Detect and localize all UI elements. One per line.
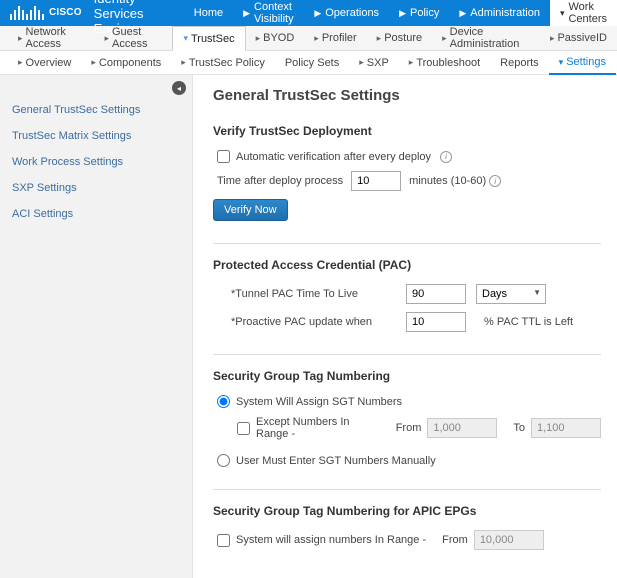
- caret-right-icon: ▸: [181, 57, 186, 68]
- cisco-logo-icon: [10, 6, 44, 20]
- tab-trustsec-policy[interactable]: ▸TrustSec Policy: [171, 51, 275, 75]
- tab-components[interactable]: ▸Components: [81, 51, 171, 75]
- minutes-label: minutes (10-60): [409, 175, 486, 187]
- sgt-except-label: Except Numbers In Range -: [256, 416, 380, 440]
- sgt-system-label: System Will Assign SGT Numbers: [236, 396, 402, 408]
- sidebar-item-sxp-settings[interactable]: SXP Settings: [0, 175, 192, 201]
- subnav-trustsec[interactable]: ▾TrustSec: [172, 26, 245, 51]
- subnav-work-centers: ▸Network Access ▸Guest Access ▾TrustSec …: [0, 26, 617, 51]
- subnav-guest-access[interactable]: ▸Guest Access: [94, 26, 172, 51]
- caret-right-icon: ▸: [18, 33, 23, 44]
- caret-right-icon: ▶: [243, 8, 250, 19]
- nav-work-centers[interactable]: ▾Work Centers: [550, 0, 617, 26]
- nav-home[interactable]: Home: [184, 0, 233, 26]
- apic-assign-label: System will assign numbers In Range -: [236, 534, 426, 546]
- subnav-trustsec-tabs: ▸Overview ▸Components ▸TrustSec Policy P…: [0, 51, 617, 75]
- sgt-manual-radio[interactable]: [217, 454, 230, 467]
- pac-ttl-label: *Tunnel PAC Time To Live: [231, 288, 396, 300]
- caret-right-icon: ▸: [256, 33, 261, 44]
- caret-down-icon: ▾: [183, 33, 188, 44]
- auto-verify-label: Automatic verification after every deplo…: [236, 151, 431, 163]
- verify-now-button[interactable]: Verify Now: [213, 199, 288, 221]
- nav-policy[interactable]: ▶Policy: [389, 0, 449, 26]
- page-title: General TrustSec Settings: [213, 87, 601, 104]
- sgt-manual-label: User Must Enter SGT Numbers Manually: [236, 455, 436, 467]
- pac-ttl-unit-select[interactable]: [476, 284, 546, 304]
- subnav-profiler[interactable]: ▸Profiler: [304, 26, 366, 51]
- sidebar-item-trustsec-matrix[interactable]: TrustSec Matrix Settings: [0, 123, 192, 149]
- section-verify-heading: Verify TrustSec Deployment: [213, 124, 601, 138]
- pac-proactive-after: % PAC TTL is Left: [484, 316, 573, 328]
- divider: [213, 489, 601, 490]
- caret-right-icon: ▸: [91, 57, 96, 68]
- caret-right-icon: ▸: [314, 33, 319, 44]
- sgt-except-checkbox[interactable]: [237, 422, 250, 435]
- tab-sxp[interactable]: ▸SXP: [349, 51, 399, 75]
- subnav-posture[interactable]: ▸Posture: [367, 26, 432, 51]
- auto-verify-checkbox[interactable]: [217, 150, 230, 163]
- caret-down-icon: ▾: [560, 8, 565, 19]
- subnav-network-access[interactable]: ▸Network Access: [8, 26, 94, 51]
- caret-right-icon: ▸: [104, 33, 109, 44]
- subnav-passiveid[interactable]: ▸PassiveID: [540, 26, 617, 51]
- divider: [213, 354, 601, 355]
- brand-text: CISCO: [49, 8, 82, 18]
- subnav-device-admin[interactable]: ▸Device Administration: [432, 26, 540, 51]
- tab-settings[interactable]: ▾Settings: [549, 51, 616, 75]
- caret-right-icon: ▸: [18, 57, 23, 68]
- time-after-input[interactable]: [351, 171, 401, 191]
- caret-right-icon: ▸: [550, 33, 555, 44]
- caret-right-icon: ▸: [409, 57, 414, 68]
- info-icon[interactable]: i: [489, 175, 501, 187]
- top-nav: CISCO Identity Services Engine Home ▶Con…: [0, 0, 617, 26]
- caret-right-icon: ▸: [377, 33, 382, 44]
- content: General TrustSec Settings Verify TrustSe…: [193, 75, 617, 578]
- apic-assign-checkbox[interactable]: [217, 534, 230, 547]
- nav-administration[interactable]: ▶Administration: [449, 0, 550, 26]
- tab-troubleshoot[interactable]: ▸Troubleshoot: [399, 51, 490, 75]
- apic-from-input: [474, 530, 544, 550]
- sgt-from-input: [427, 418, 497, 438]
- sidebar: ◂ General TrustSec Settings TrustSec Mat…: [0, 75, 193, 578]
- sidebar-collapse-button[interactable]: ◂: [172, 81, 186, 95]
- section-pac-heading: Protected Access Credential (PAC): [213, 258, 601, 272]
- sgt-system-radio[interactable]: [217, 395, 230, 408]
- caret-right-icon: ▶: [459, 8, 466, 19]
- sgt-to-input: [531, 418, 601, 438]
- divider: [213, 243, 601, 244]
- sgt-to-label: To: [513, 422, 525, 434]
- info-icon[interactable]: i: [440, 151, 452, 163]
- chevron-left-icon: ◂: [177, 84, 181, 93]
- caret-right-icon: ▸: [359, 57, 364, 68]
- apic-from-label: From: [442, 534, 468, 546]
- caret-right-icon: ▶: [314, 8, 321, 19]
- subnav-byod[interactable]: ▸BYOD: [246, 26, 305, 51]
- caret-right-icon: ▶: [399, 8, 406, 19]
- tab-policy-sets[interactable]: Policy Sets: [275, 51, 349, 75]
- pac-proactive-label: *Proactive PAC update when: [231, 316, 396, 328]
- caret-down-icon: ▾: [559, 57, 564, 68]
- caret-right-icon: ▸: [442, 33, 447, 44]
- sgt-from-label: From: [396, 422, 422, 434]
- tab-reports[interactable]: Reports: [490, 51, 549, 75]
- sidebar-item-work-process[interactable]: Work Process Settings: [0, 149, 192, 175]
- sidebar-item-general-trustsec[interactable]: General TrustSec Settings: [0, 97, 192, 123]
- section-sgt-heading: Security Group Tag Numbering: [213, 369, 601, 383]
- brand: CISCO: [0, 6, 90, 20]
- nav-context-visibility[interactable]: ▶Context Visibility: [233, 0, 304, 26]
- pac-proactive-input[interactable]: [406, 312, 466, 332]
- sidebar-item-aci-settings[interactable]: ACI Settings: [0, 201, 192, 227]
- nav-operations[interactable]: ▶Operations: [304, 0, 389, 26]
- pac-ttl-input[interactable]: [406, 284, 466, 304]
- time-after-label: Time after deploy process: [217, 175, 343, 187]
- tab-overview[interactable]: ▸Overview: [8, 51, 81, 75]
- section-apic-heading: Security Group Tag Numbering for APIC EP…: [213, 504, 601, 518]
